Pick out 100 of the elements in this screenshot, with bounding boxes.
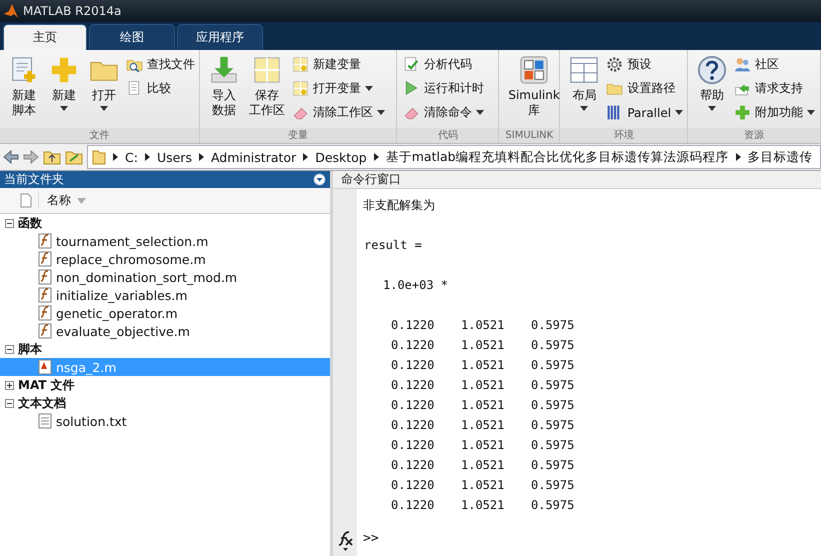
- button-label: 打开: [92, 88, 116, 103]
- section-label: 代码: [397, 128, 498, 143]
- path-segment[interactable]: Desktop: [315, 150, 367, 164]
- button-label: 新建: [52, 88, 76, 103]
- output-number: 1.0521: [461, 397, 506, 414]
- document-icon: [20, 193, 32, 208]
- ribbon-button[interactable]: 附加功能: [734, 103, 816, 122]
- collapse-icon[interactable]: [5, 344, 14, 354]
- path-segment[interactable]: Administrator: [210, 150, 296, 164]
- file-row[interactable]: solution.txt: [0, 412, 330, 430]
- file-row[interactable]: evaluate_objective.m: [0, 322, 330, 340]
- ribbon-button[interactable]: Parallel: [606, 103, 684, 122]
- panel-title: 命令行窗口: [341, 171, 401, 188]
- output-text: result =: [363, 237, 423, 254]
- ribbon-tab[interactable]: 主页: [3, 24, 87, 50]
- grid-icon: [292, 56, 309, 73]
- output-number: 0.1220: [391, 497, 436, 514]
- file-row[interactable]: genetic_operator.m: [0, 304, 330, 322]
- button-label: Simulink 库: [508, 88, 560, 118]
- ribbon-button[interactable]: 新建 脚本: [6, 55, 42, 118]
- file-name: replace_chromosome.m: [56, 252, 206, 266]
- ribbon-button[interactable]: 打开: [86, 55, 122, 111]
- command-prompt[interactable]: >>: [363, 529, 821, 549]
- plus-icon: [49, 55, 79, 85]
- ribbon-button[interactable]: 清除工作区: [292, 103, 385, 122]
- ribbon-button[interactable]: 新建: [46, 55, 82, 111]
- file-name: initialize_variables.m: [56, 288, 188, 302]
- chevron-icon: [198, 153, 204, 161]
- path-segment[interactable]: 多目标遗传: [748, 148, 813, 166]
- column-header[interactable]: 名称: [38, 192, 71, 209]
- ribbon-button[interactable]: 分析代码: [403, 55, 484, 74]
- ribbon-button[interactable]: 清除命令: [403, 103, 484, 122]
- function-icon[interactable]: [336, 530, 354, 552]
- section-label: SIMULINK: [499, 128, 560, 143]
- output-number: 0.5975: [531, 457, 576, 474]
- people-icon: [734, 56, 752, 73]
- file-row[interactable]: initialize_variables.m: [0, 286, 330, 304]
- logo-icon: [3, 3, 19, 19]
- collapse-icon[interactable]: [5, 218, 14, 228]
- output-number: 1.0521: [461, 477, 506, 494]
- output-number: 0.5975: [531, 417, 576, 434]
- grid-icon: [292, 80, 309, 97]
- button-label: 帮助: [700, 88, 724, 103]
- output-number: 0.5975: [531, 337, 576, 354]
- output-number: 0.5975: [531, 357, 576, 374]
- ribbon-button[interactable]: 设置路径: [606, 79, 684, 98]
- path-field[interactable]: C: Users Administrator Desktop 基于matlab编程充填料配合比优化多目标遗传算法源码程序 多目标遗传: [87, 145, 821, 169]
- folder-icon: [92, 149, 106, 165]
- ribbon-button[interactable]: 请求支持: [734, 79, 816, 98]
- file-row[interactable]: replace_chromosome.m: [0, 250, 330, 268]
- output-number: 0.1220: [391, 357, 436, 374]
- path-segment[interactable]: Users: [156, 150, 192, 164]
- script-file-icon: [38, 359, 52, 375]
- folder-up-icon[interactable]: [43, 149, 61, 165]
- ribbon-button[interactable]: 查找文件: [126, 55, 195, 74]
- ribbon-button[interactable]: 打开变量: [292, 79, 385, 98]
- ribbon-button[interactable]: 新建变量: [292, 55, 385, 74]
- chevron-icon: [113, 153, 118, 161]
- button-label: 新建 脚本: [12, 88, 36, 118]
- layout-icon: [569, 55, 600, 85]
- ribbon-button[interactable]: 导入 数据: [206, 55, 242, 118]
- output-text: 1.0e+03 *: [382, 277, 450, 294]
- output-number: 0.1220: [391, 377, 436, 394]
- output-number: 1.0521: [461, 457, 506, 474]
- group-label: 文本文档: [18, 394, 66, 412]
- text-file-icon: [38, 413, 52, 429]
- file-row[interactable]: non_domination_sort_mod.m: [0, 268, 330, 286]
- grid-icon: [252, 55, 282, 85]
- ribbon-button[interactable]: 保存 工作区: [246, 55, 288, 118]
- function-file-icon: [38, 269, 52, 285]
- ribbon-button[interactable]: 运行和计时: [403, 79, 484, 98]
- forward-arrow-icon[interactable]: [23, 150, 39, 164]
- path-segment[interactable]: 基于matlab编程充填料配合比优化多目标遗传算法源码程序: [386, 148, 729, 166]
- ribbon-button[interactable]: 帮助: [694, 55, 730, 111]
- output-number: 0.1220: [391, 477, 436, 494]
- output-number: 0.1220: [391, 317, 436, 334]
- output-number: 0.1220: [391, 337, 436, 354]
- back-arrow-icon[interactable]: [3, 150, 19, 164]
- collapse-icon[interactable]: [5, 398, 14, 408]
- ribbon-button[interactable]: Simulink 库: [505, 55, 563, 118]
- output-number: 0.1220: [391, 417, 436, 434]
- output-number: 1.0521: [461, 497, 506, 514]
- output-number: 0.1220: [391, 437, 436, 454]
- output-number: 0.5975: [531, 377, 576, 394]
- section-label: 环境: [560, 128, 688, 143]
- ribbon-button[interactable]: 比较: [126, 79, 195, 98]
- button-label: 布局: [572, 88, 596, 103]
- path-segment[interactable]: C:: [125, 150, 138, 164]
- blocks-icon: [519, 55, 550, 85]
- panel-title: 当前文件夹: [4, 171, 64, 188]
- function-file-icon: [38, 233, 52, 249]
- panel-menu-icon[interactable]: [313, 173, 326, 186]
- ribbon-tab[interactable]: 绘图: [89, 24, 175, 50]
- checkmark-icon: [403, 56, 420, 73]
- ribbon-button[interactable]: 布局: [566, 55, 602, 111]
- file-row[interactable]: tournament_selection.m: [0, 232, 330, 250]
- ribbon-button[interactable]: 社区: [734, 55, 816, 74]
- ribbon-button[interactable]: 预设: [606, 55, 684, 74]
- expand-icon[interactable]: [5, 380, 14, 390]
- ribbon-tab[interactable]: 应用程序: [177, 24, 263, 50]
